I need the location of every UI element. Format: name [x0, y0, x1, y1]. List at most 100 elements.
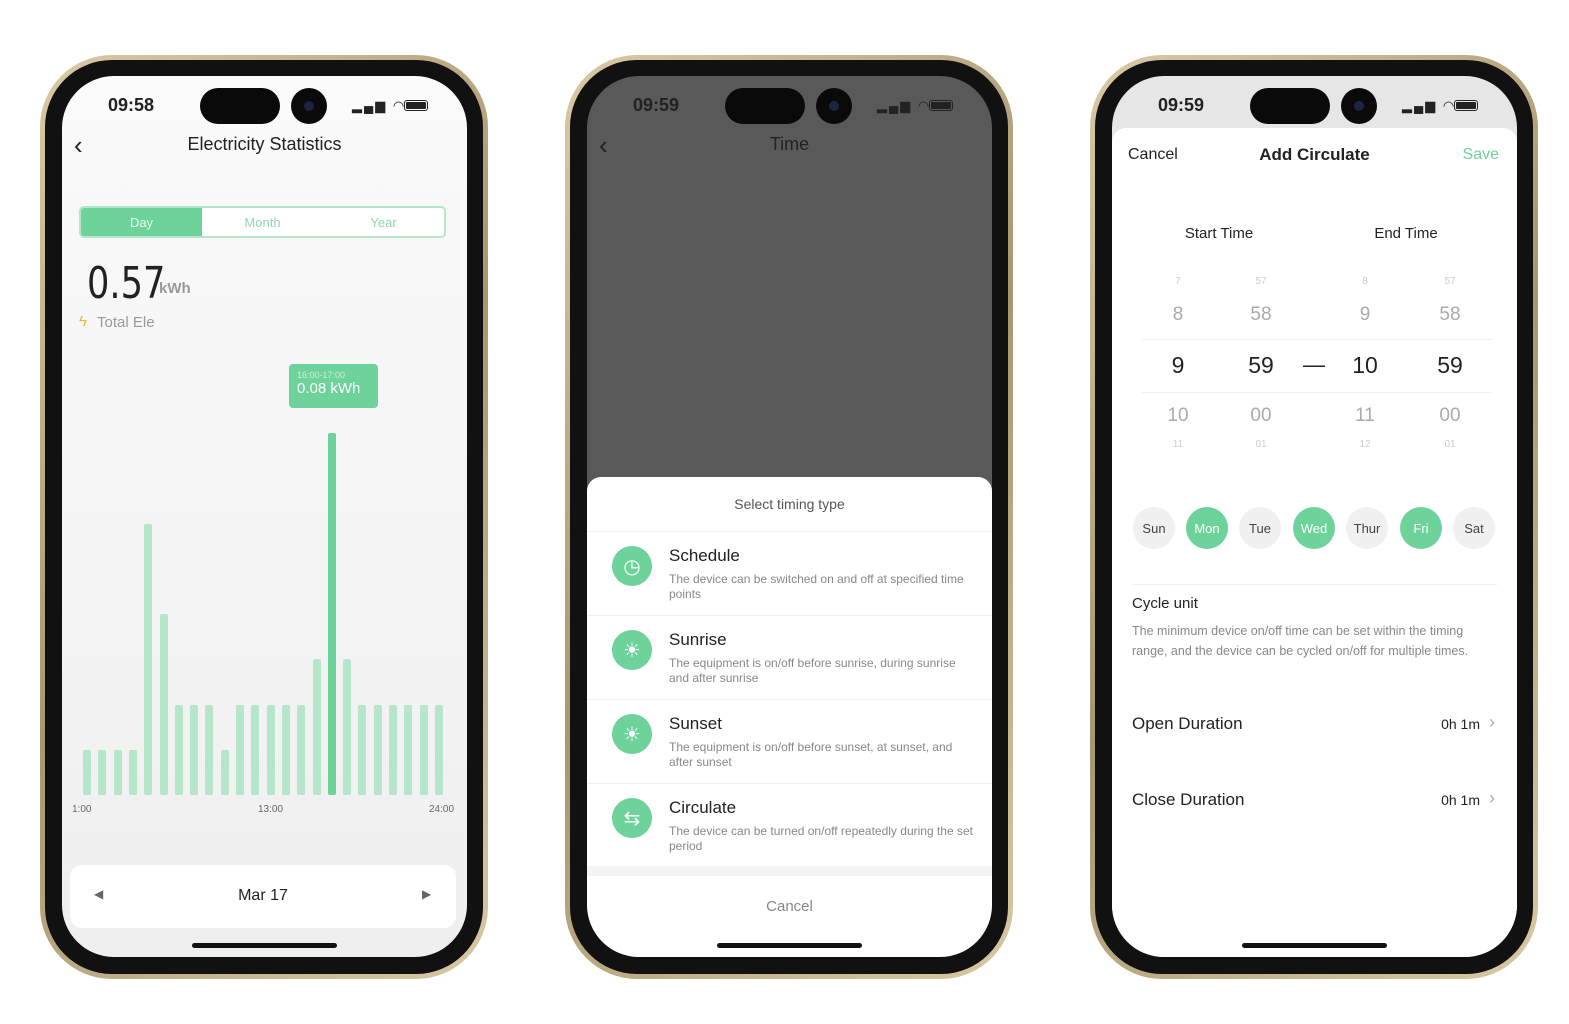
- bar-1:00[interactable]: [83, 749, 91, 795]
- bar-15:00[interactable]: [297, 704, 306, 795]
- sunset-icon: ☀: [612, 714, 652, 754]
- time-separator: —: [1303, 352, 1325, 377]
- day-mon[interactable]: Mon: [1186, 507, 1228, 549]
- bar-8:00[interactable]: [190, 704, 199, 795]
- end-min-option[interactable]: 01: [1420, 439, 1480, 450]
- item-desc: The device can be switched on and off at…: [669, 572, 964, 601]
- timing-type-circulate[interactable]: ⇆ Circulate The device can be turned on/…: [587, 783, 992, 867]
- end-hour-option[interactable]: 9: [1335, 304, 1395, 326]
- day-sun[interactable]: Sun: [1133, 507, 1175, 549]
- total-label: Total Ele: [97, 314, 155, 331]
- end-min-option[interactable]: 58: [1420, 304, 1480, 326]
- signal-wifi-icon: ▂▄▆ ◠: [352, 98, 407, 113]
- tab-month[interactable]: Month: [202, 208, 323, 236]
- start-hour-option[interactable]: 7: [1148, 276, 1208, 287]
- bar-6:00[interactable]: [159, 614, 168, 795]
- bar-21:00[interactable]: [389, 704, 398, 795]
- bar-16:00[interactable]: [312, 659, 321, 795]
- page-title: Electricity Statistics: [187, 134, 342, 154]
- bar-11:00[interactable]: [236, 704, 245, 795]
- end-min-option[interactable]: 59: [1420, 352, 1480, 379]
- open-duration-row[interactable]: Open Duration 0h 1m ›: [1112, 704, 1517, 744]
- bar-13:00[interactable]: [266, 704, 275, 795]
- close-duration-value: 0h 1m: [1441, 792, 1480, 808]
- home-indicator: [192, 943, 337, 948]
- page-title: Add Circulate: [1259, 145, 1370, 164]
- bar-24:00[interactable]: [435, 704, 443, 795]
- day-fri[interactable]: Fri: [1400, 507, 1442, 549]
- item-title: Sunrise: [669, 630, 727, 649]
- clock-icon: ◷: [612, 546, 652, 586]
- start-hour-option[interactable]: 9: [1148, 352, 1208, 379]
- tab-day[interactable]: Day: [81, 208, 202, 236]
- tab-year[interactable]: Year: [323, 208, 444, 236]
- timing-type-sunset[interactable]: ☀ Sunset The equipment is on/off before …: [587, 699, 992, 783]
- end-hour-option[interactable]: 8: [1335, 276, 1395, 287]
- start-min-option[interactable]: 59: [1231, 352, 1291, 379]
- day-sat[interactable]: Sat: [1453, 507, 1495, 549]
- bar-19:00[interactable]: [358, 704, 367, 795]
- bar-10:00[interactable]: [220, 749, 229, 795]
- phone-add-circulate: 09:59 ▂▄▆ ◠ Cancel Add Circulate Save St…: [1090, 55, 1538, 979]
- start-min-option[interactable]: 57: [1231, 276, 1291, 287]
- end-min-option[interactable]: 57: [1420, 276, 1480, 287]
- battery-icon: [929, 100, 953, 111]
- sunrise-icon: ☀: [612, 630, 652, 670]
- bar-7:00[interactable]: [174, 704, 183, 795]
- day-tue[interactable]: Tue: [1239, 507, 1281, 549]
- bar-17:00[interactable]: [327, 433, 336, 795]
- item-title: Sunset: [669, 714, 722, 733]
- end-time-label: End Time: [1374, 225, 1438, 242]
- start-hour-option[interactable]: 11: [1148, 439, 1208, 450]
- start-hour-option[interactable]: 10: [1148, 405, 1208, 427]
- day-wed[interactable]: Wed: [1293, 507, 1335, 549]
- save-button[interactable]: Save: [1463, 146, 1499, 164]
- close-duration-label: Close Duration: [1132, 790, 1245, 809]
- page-title: Time: [769, 134, 810, 154]
- start-min-option[interactable]: 58: [1231, 304, 1291, 326]
- item-desc: The device can be turned on/off repeated…: [669, 824, 973, 853]
- end-hour-option[interactable]: 10: [1335, 352, 1395, 379]
- phone-electricity-statistics: 09:58 ▂▄▆ ◠ ‹ Electricity Statistics Day…: [40, 55, 488, 979]
- phone-select-timing-type: 09:59 ▂▄▆ ◠ ‹ Time Select timing type ◷ …: [565, 55, 1013, 979]
- start-hour-option[interactable]: 8: [1148, 304, 1208, 326]
- bar-20:00[interactable]: [373, 704, 382, 795]
- bar-5:00[interactable]: [144, 523, 153, 795]
- signal-wifi-icon: ▂▄▆ ◠: [1402, 98, 1457, 113]
- bar-9:00[interactable]: [205, 704, 214, 795]
- x-tick-label: 13:00: [258, 804, 284, 815]
- end-min-option[interactable]: 00: [1420, 405, 1480, 427]
- timing-type-sheet: Select timing type ◷ Schedule The device…: [587, 477, 992, 957]
- close-duration-row[interactable]: Close Duration 0h 1m ›: [1112, 780, 1517, 820]
- bar-18:00[interactable]: [343, 659, 352, 795]
- date-selector: ◀ Mar 17 ▶: [70, 865, 456, 928]
- end-hour-option[interactable]: 11: [1335, 405, 1395, 427]
- battery-icon: [404, 100, 428, 111]
- chart-tooltip: 16:00-17:00 0.08 kWh: [289, 364, 378, 408]
- item-desc: The equipment is on/off before sunset, a…: [669, 740, 953, 769]
- period-tabs: Day Month Year: [79, 206, 446, 238]
- battery-icon: [1454, 100, 1478, 111]
- timing-type-schedule[interactable]: ◷ Schedule The device can be switched on…: [587, 531, 992, 615]
- timing-type-sunrise[interactable]: ☀ Sunrise The equipment is on/off before…: [587, 615, 992, 699]
- start-min-option[interactable]: 01: [1231, 439, 1291, 450]
- bar-23:00[interactable]: [419, 704, 428, 795]
- x-tick-label: 1:00: [72, 804, 92, 815]
- bar-14:00[interactable]: [281, 704, 290, 795]
- next-date-icon[interactable]: ▶: [422, 887, 431, 901]
- signal-wifi-icon: ▂▄▆ ◠: [877, 98, 932, 113]
- end-hour-option[interactable]: 12: [1335, 439, 1395, 450]
- open-duration-label: Open Duration: [1132, 714, 1243, 733]
- home-indicator: [1242, 943, 1387, 948]
- bar-3:00[interactable]: [113, 749, 122, 795]
- bar-22:00[interactable]: [404, 704, 413, 795]
- cancel-button[interactable]: Cancel: [587, 898, 992, 915]
- start-min-option[interactable]: 00: [1231, 405, 1291, 427]
- bar-2:00[interactable]: [98, 749, 107, 795]
- item-desc: The equipment is on/off before sunrise, …: [669, 656, 956, 685]
- day-thur[interactable]: Thur: [1346, 507, 1388, 549]
- bar-4:00[interactable]: [128, 749, 137, 795]
- bar-12:00[interactable]: [251, 704, 260, 795]
- lightning-icon: ϟ: [79, 313, 87, 330]
- start-time-label: Start Time: [1184, 225, 1254, 242]
